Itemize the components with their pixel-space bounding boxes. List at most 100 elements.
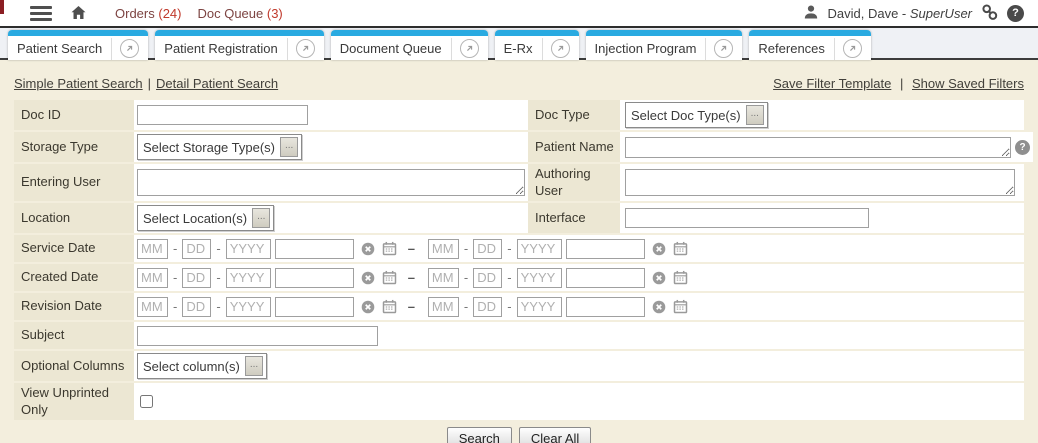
menu-icon[interactable] xyxy=(30,6,52,21)
date-time-input[interactable] xyxy=(275,239,354,259)
row-optional-columns: Optional Columns Select column(s) ... xyxy=(14,351,1024,381)
date-time-input[interactable] xyxy=(275,297,354,317)
authoring-user-label: Authoring User xyxy=(528,164,620,201)
top-bar: Orders (24) Doc Queue (3) David, Dave - … xyxy=(0,0,1038,28)
entering-user-input[interactable] xyxy=(137,169,525,196)
date-yyyy-input[interactable] xyxy=(517,239,562,259)
open-new-window-icon[interactable] xyxy=(460,39,479,58)
open-new-window-icon[interactable] xyxy=(714,39,733,58)
date-yyyy-input[interactable] xyxy=(226,268,271,288)
tab-label: Injection Program xyxy=(595,41,697,56)
tab-e-rx[interactable]: E-Rx xyxy=(495,30,579,60)
view-unprinted-checkbox[interactable] xyxy=(140,395,153,408)
date-dd-input[interactable] xyxy=(473,268,502,288)
tab-label: Patient Search xyxy=(17,41,102,56)
tab-label: Patient Registration xyxy=(164,41,277,56)
tab-label: References xyxy=(758,41,824,56)
date-time-input[interactable] xyxy=(566,268,645,288)
clear-date-icon[interactable] xyxy=(652,300,666,314)
patient-name-input[interactable] xyxy=(625,137,1011,158)
open-new-window-icon[interactable] xyxy=(551,39,570,58)
show-saved-filters-link[interactable]: Show Saved Filters xyxy=(912,76,1024,91)
service-date-label: Service Date xyxy=(14,235,134,262)
patient-name-label: Patient Name xyxy=(528,132,620,162)
optional-columns-select[interactable]: Select column(s) ... xyxy=(137,353,267,379)
storage-type-select[interactable]: Select Storage Type(s) ... xyxy=(137,134,302,160)
revision-date-label: Revision Date xyxy=(14,293,134,320)
calendar-icon[interactable] xyxy=(382,270,397,285)
save-filter-template-link[interactable]: Save Filter Template xyxy=(773,76,891,91)
date-yyyy-input[interactable] xyxy=(226,297,271,317)
filter-links-row: Simple Patient Search | Detail Patient S… xyxy=(14,60,1024,100)
orders-link[interactable]: Orders (24) xyxy=(115,6,181,21)
tab-document-queue[interactable]: Document Queue xyxy=(331,30,488,60)
date-dd-input[interactable] xyxy=(182,239,211,259)
date-yyyy-input[interactable] xyxy=(226,239,271,259)
calendar-icon[interactable] xyxy=(673,270,688,285)
user-icon xyxy=(803,4,819,23)
clear-date-icon[interactable] xyxy=(652,271,666,285)
date-mm-input[interactable] xyxy=(428,268,459,288)
more-button[interactable]: ... xyxy=(245,356,263,376)
clear-date-icon[interactable] xyxy=(652,242,666,256)
doc-id-input[interactable] xyxy=(137,105,308,125)
user-area: David, Dave - SuperUser ? xyxy=(803,3,1038,24)
footer-actions: Search Clear All xyxy=(14,422,1024,443)
row-service-date: Service Date - - – - - xyxy=(14,235,1024,262)
open-new-window-icon[interactable] xyxy=(296,39,315,58)
more-button[interactable]: ... xyxy=(746,105,764,125)
calendar-icon[interactable] xyxy=(382,241,397,256)
date-yyyy-input[interactable] xyxy=(517,297,562,317)
open-new-window-icon[interactable] xyxy=(120,39,139,58)
calendar-icon[interactable] xyxy=(673,299,688,314)
date-mm-input[interactable] xyxy=(428,297,459,317)
interface-input[interactable] xyxy=(625,208,869,228)
search-button[interactable]: Search xyxy=(447,427,512,443)
simple-patient-search-link[interactable]: Simple Patient Search xyxy=(14,76,143,91)
link-chain-icon[interactable] xyxy=(980,3,999,24)
date-yyyy-input[interactable] xyxy=(517,268,562,288)
date-time-input[interactable] xyxy=(566,297,645,317)
doc-queue-link[interactable]: Doc Queue (3) xyxy=(197,6,282,21)
clear-date-icon[interactable] xyxy=(361,300,375,314)
date-dd-input[interactable] xyxy=(473,297,502,317)
date-dd-input[interactable] xyxy=(182,268,211,288)
open-new-window-icon[interactable] xyxy=(843,39,862,58)
entering-user-label: Entering User xyxy=(14,164,134,201)
more-button[interactable]: ... xyxy=(280,137,298,157)
date-mm-input[interactable] xyxy=(137,268,168,288)
user-name[interactable]: David, Dave - SuperUser xyxy=(827,6,972,21)
row-entering-authoring: Entering User Authoring User xyxy=(14,164,1024,201)
home-icon[interactable] xyxy=(70,5,87,21)
help-icon[interactable]: ? xyxy=(1007,5,1024,22)
subject-input[interactable] xyxy=(137,326,378,346)
location-select[interactable]: Select Location(s) ... xyxy=(137,205,274,231)
calendar-icon[interactable] xyxy=(382,299,397,314)
detail-patient-search-link[interactable]: Detail Patient Search xyxy=(156,76,278,91)
tab-patient-registration[interactable]: Patient Registration xyxy=(155,30,323,60)
authoring-user-input[interactable] xyxy=(625,169,1015,196)
date-time-input[interactable] xyxy=(566,239,645,259)
row-view-unprinted: View Unprinted Only xyxy=(14,383,1024,420)
date-mm-input[interactable] xyxy=(137,297,168,317)
calendar-icon[interactable] xyxy=(673,241,688,256)
patient-name-help-icon[interactable]: ? xyxy=(1015,140,1030,155)
tab-injection-program[interactable]: Injection Program xyxy=(586,30,743,60)
more-button[interactable]: ... xyxy=(252,208,270,228)
interface-label: Interface xyxy=(528,203,620,233)
storage-type-label: Storage Type xyxy=(14,132,134,162)
date-dd-input[interactable] xyxy=(182,297,211,317)
doc-queue-count: (3) xyxy=(267,6,283,21)
row-subject: Subject xyxy=(14,322,1024,349)
date-mm-input[interactable] xyxy=(137,239,168,259)
date-mm-input[interactable] xyxy=(428,239,459,259)
tab-references[interactable]: References xyxy=(749,30,870,60)
date-time-input[interactable] xyxy=(275,268,354,288)
tab-patient-search[interactable]: Patient Search xyxy=(8,30,148,60)
tab-label: Document Queue xyxy=(340,41,442,56)
doc-type-select[interactable]: Select Doc Type(s) ... xyxy=(625,102,768,128)
clear-date-icon[interactable] xyxy=(361,242,375,256)
clear-all-button[interactable]: Clear All xyxy=(519,427,591,443)
date-dd-input[interactable] xyxy=(473,239,502,259)
clear-date-icon[interactable] xyxy=(361,271,375,285)
